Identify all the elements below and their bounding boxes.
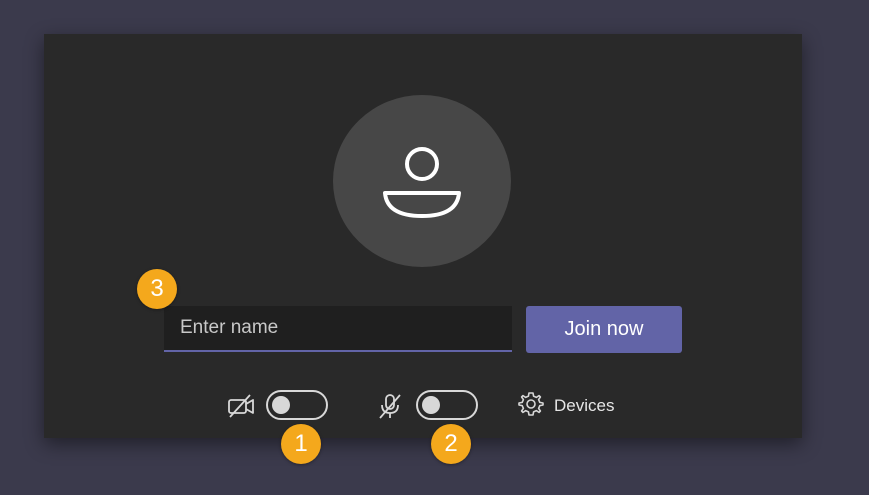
person-icon	[383, 147, 461, 218]
camera-off-icon	[226, 392, 256, 420]
microphone-off-icon	[375, 392, 405, 420]
join-now-button[interactable]: Join now	[526, 306, 682, 353]
microphone-toggle-knob	[422, 396, 440, 414]
device-controls: Devices	[44, 386, 802, 426]
pre-join-panel: Join now	[44, 34, 802, 438]
callout-badge-camera-toggle: 1	[281, 424, 321, 464]
gear-icon	[518, 391, 544, 422]
devices-label: Devices	[554, 396, 615, 415]
camera-toggle[interactable]	[266, 390, 328, 420]
avatar	[333, 95, 511, 267]
callout-badge-name-field: 3	[137, 269, 177, 309]
camera-toggle-knob	[272, 396, 290, 414]
devices-button[interactable]: Devices	[518, 391, 615, 422]
microphone-toggle[interactable]	[416, 390, 478, 420]
callout-badge-microphone-toggle: 2	[431, 424, 471, 464]
name-input[interactable]	[164, 306, 512, 352]
